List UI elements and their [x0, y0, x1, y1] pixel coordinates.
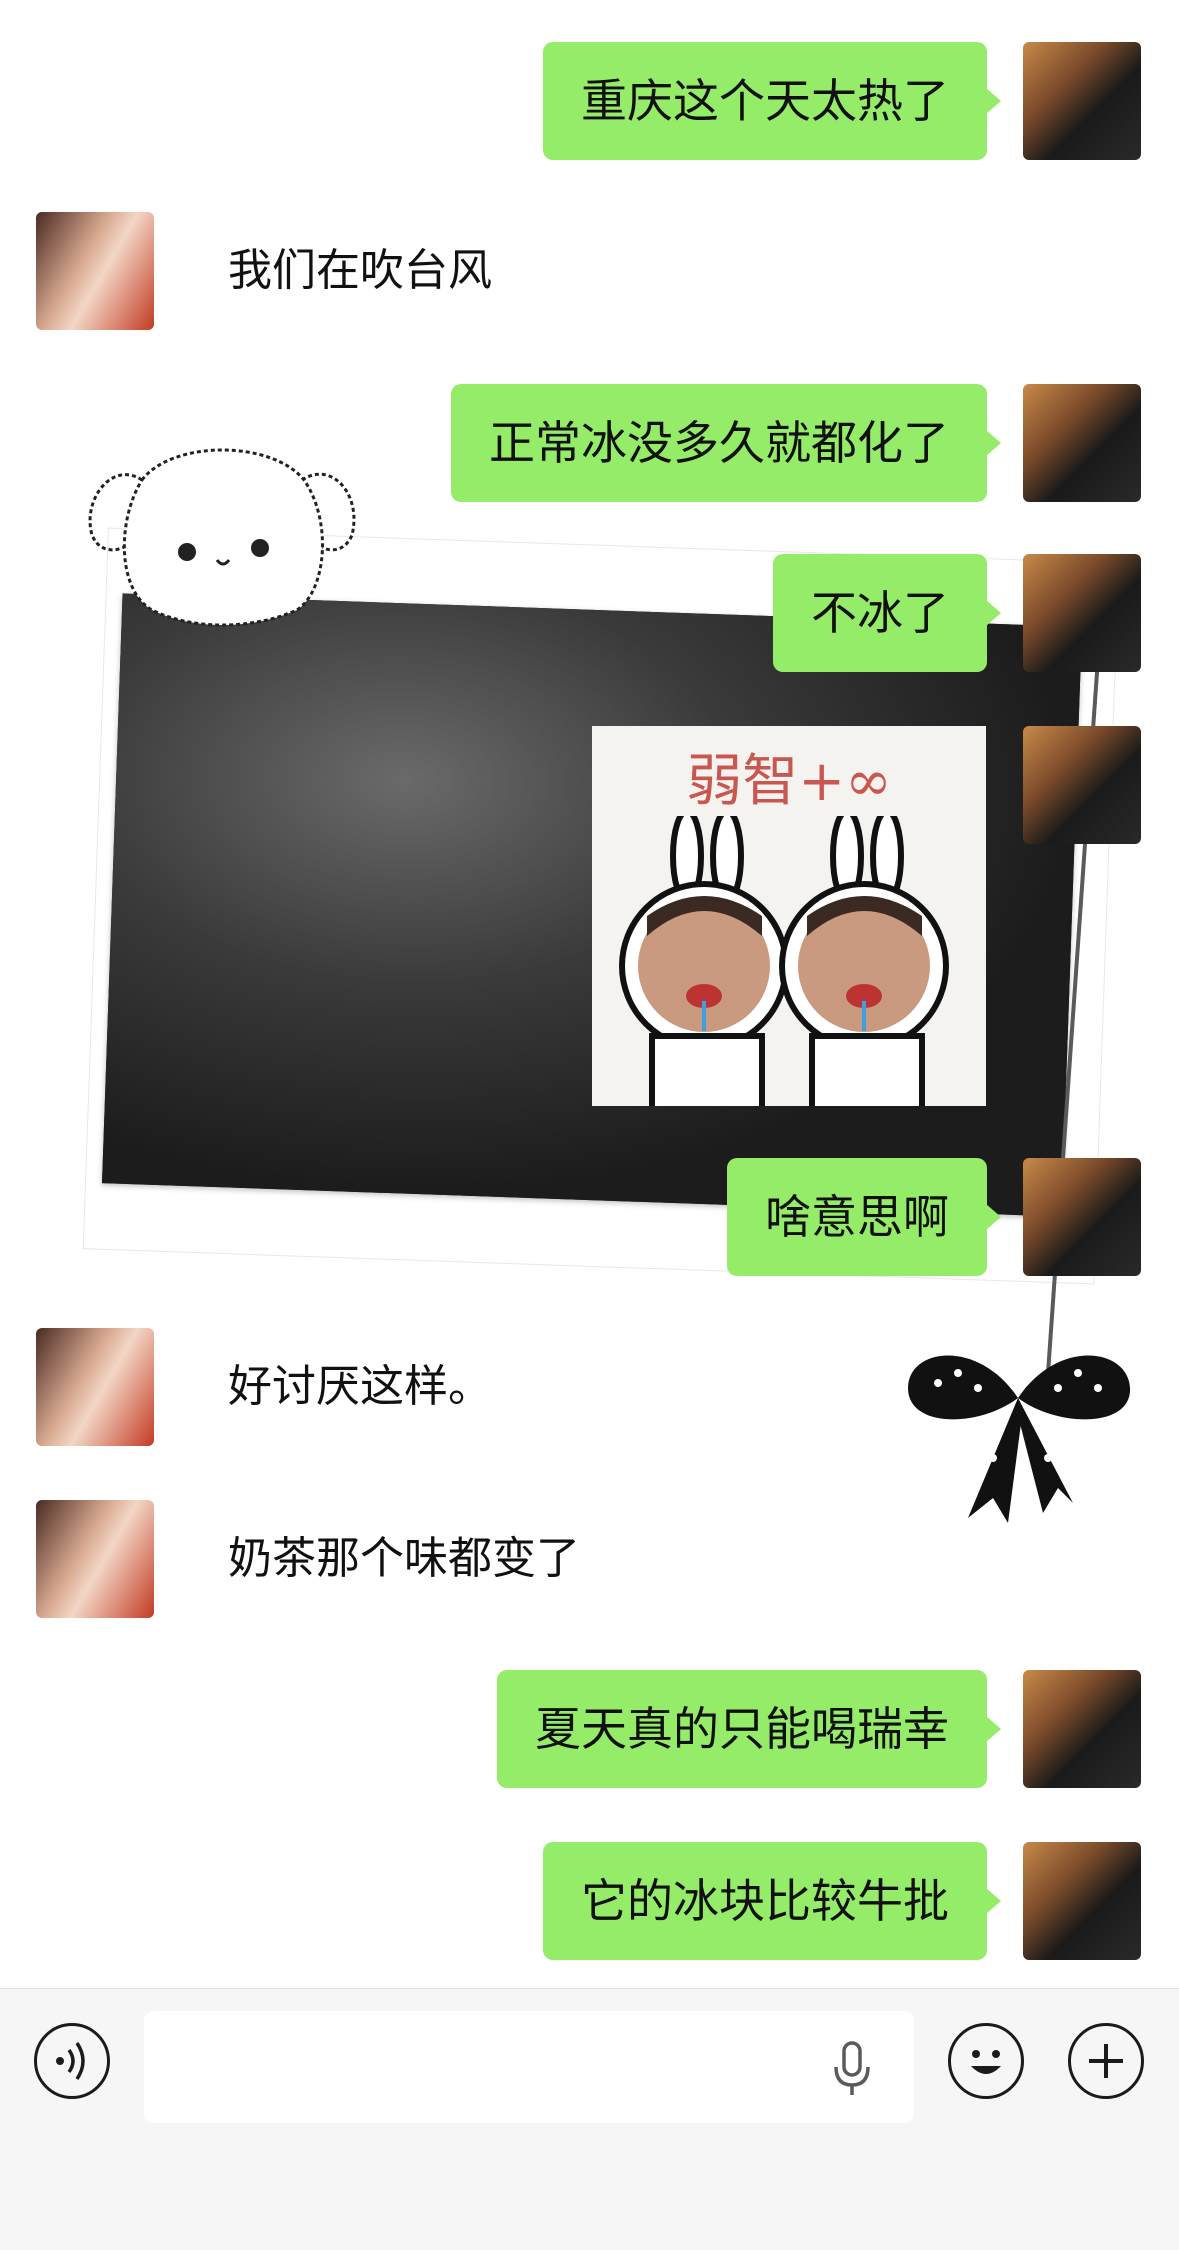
my-avatar[interactable] [1023, 1842, 1141, 1960]
message-bubble-me[interactable]: 啥意思啊 [727, 1158, 1001, 1276]
voice-button[interactable] [34, 2023, 110, 2099]
voice-wave-icon [56, 2042, 85, 2080]
bow-doodle-icon [908, 1355, 1131, 1523]
message-bubble-me[interactable]: 不冰了 [773, 554, 1001, 672]
puppy-doodle-icon [88, 448, 356, 627]
sticker-caption: 弱智+∞ [686, 749, 892, 814]
my-avatar[interactable] [1023, 554, 1141, 672]
message-bubble-me[interactable]: 夏天真的只能喝瑞幸 [497, 1670, 1001, 1788]
emoji-button[interactable] [948, 2023, 1024, 2099]
my-avatar[interactable] [1023, 1670, 1141, 1788]
message-bubble-me[interactable]: 重庆这个天太热了 [543, 42, 1001, 160]
smiley-face-icon [971, 2050, 1001, 2074]
microphone-icon[interactable] [832, 2041, 872, 2097]
contact-avatar[interactable] [36, 1328, 154, 1446]
message-bubble-me[interactable]: 正常冰没多久就都化了 [451, 384, 1001, 502]
contact-avatar[interactable] [36, 1500, 154, 1618]
my-avatar[interactable] [1023, 42, 1141, 160]
message-text-contact[interactable]: 我们在吹台风 [228, 212, 492, 330]
bunny-sticker-icon [619, 816, 949, 1106]
more-button[interactable] [1068, 2023, 1144, 2099]
message-text-contact[interactable]: 奶茶那个味都变了 [228, 1500, 580, 1618]
message-bubble-me[interactable]: 它的冰块比较牛批 [543, 1842, 1001, 1960]
my-avatar[interactable] [1023, 384, 1141, 502]
message-text-contact[interactable]: 好讨厌这样。 [228, 1328, 492, 1446]
plus-icon [1089, 2044, 1123, 2078]
input-bar [0, 1988, 1179, 2250]
sticker-image[interactable]: 弱智+∞ [592, 726, 986, 1106]
my-avatar[interactable] [1023, 726, 1141, 844]
my-avatar[interactable] [1023, 1158, 1141, 1276]
message-input[interactable] [144, 2011, 914, 2123]
contact-avatar[interactable] [36, 212, 154, 330]
chat-area[interactable]: 重庆这个天太热了 我们在吹台风 正常冰没多久就都化了 不冰了 弱智+∞ 啥意思啊… [0, 0, 1179, 1988]
